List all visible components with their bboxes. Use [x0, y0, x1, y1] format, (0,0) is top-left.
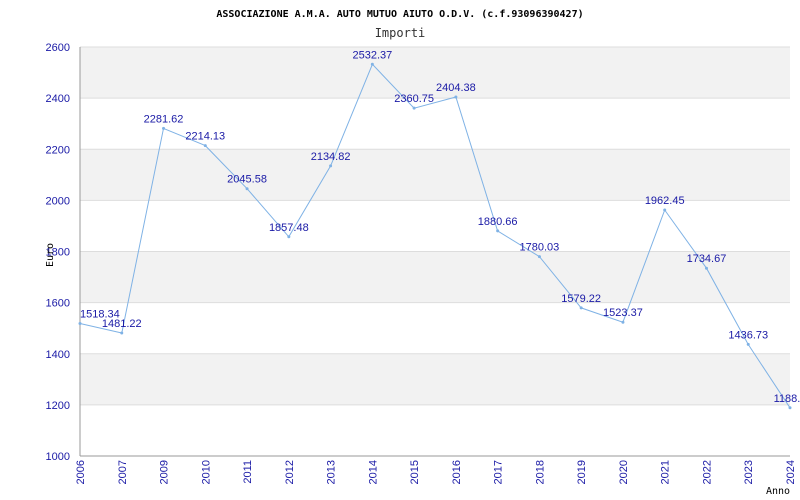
x-axis-label: Anno — [766, 486, 790, 497]
y-tick-label: 1000 — [46, 451, 70, 463]
plot-band — [80, 404, 790, 456]
data-label: 1780.03 — [520, 242, 560, 254]
data-label: 1962.45 — [645, 195, 685, 207]
y-tick-label: 2200 — [46, 144, 70, 156]
data-point — [621, 320, 625, 324]
data-label: 2045.58 — [227, 174, 267, 186]
y-tick-label: 2600 — [46, 42, 70, 54]
data-point — [454, 95, 458, 99]
data-point — [245, 187, 249, 191]
y-tick-label: 2000 — [46, 195, 70, 207]
x-tick-label: 2010 — [200, 460, 212, 484]
data-label: 2134.82 — [311, 151, 351, 163]
chart-canvas: ASSOCIAZIONE A.M.A. AUTO MUTUO AIUTO O.D… — [45, 9, 800, 497]
data-point — [287, 235, 291, 239]
plot-band — [80, 302, 790, 354]
data-label: 1734.67 — [687, 253, 727, 265]
data-point — [704, 266, 708, 270]
data-label: 1579.22 — [561, 293, 601, 305]
data-point — [203, 144, 207, 148]
x-tick-label: 2015 — [409, 460, 421, 484]
data-point — [329, 164, 333, 168]
plot-band — [80, 353, 790, 405]
x-tick-label: 2023 — [743, 460, 755, 484]
data-point — [537, 255, 541, 259]
x-tick-label: 2009 — [159, 460, 171, 484]
x-tick-label: 2012 — [284, 460, 296, 484]
x-tick-label: 2014 — [367, 460, 379, 484]
data-point — [78, 321, 82, 325]
x-tick-label: 2018 — [534, 460, 546, 484]
plot-band — [80, 251, 790, 303]
x-tick-label: 2016 — [451, 460, 463, 484]
data-point — [496, 229, 500, 233]
x-tick-label: 2020 — [618, 460, 630, 484]
plot-band — [80, 149, 790, 201]
data-label: 1880.66 — [478, 216, 518, 228]
data-label: 2532.37 — [352, 49, 392, 61]
x-tick-labels: 2006 2007 2009 2010 2011 2012 2013 2014 2015 2016… — [75, 460, 797, 484]
x-tick-label: 2011 — [242, 460, 254, 484]
x-tick-label: 2013 — [326, 460, 338, 484]
data-point — [746, 342, 750, 346]
data-label: 2214.13 — [185, 131, 225, 143]
chart-subtitle: Importi — [375, 26, 426, 40]
x-tick-label: 2019 — [576, 460, 588, 484]
data-label: 2360.75 — [394, 93, 434, 105]
x-tick-label: 2021 — [660, 460, 672, 484]
data-point — [120, 331, 124, 335]
data-point — [412, 106, 416, 110]
plot-band — [80, 200, 790, 252]
x-tick-label: 2007 — [117, 460, 129, 484]
data-label: 1857.48 — [269, 222, 309, 234]
y-tick-label: 1200 — [46, 400, 70, 412]
x-tick-label: 2024 — [785, 460, 797, 484]
x-tick-label: 2017 — [493, 460, 505, 484]
y-tick-label: 2400 — [46, 93, 70, 105]
data-point — [370, 62, 374, 66]
chart-title: ASSOCIAZIONE A.M.A. AUTO MUTUO AIUTO O.D… — [216, 9, 583, 20]
data-label: 2281.62 — [144, 113, 184, 125]
data-point — [663, 208, 667, 212]
y-tick-label: 1600 — [46, 298, 70, 310]
data-point — [579, 306, 583, 310]
data-label: 2404.38 — [436, 82, 476, 94]
y-axis-label: Euro — [45, 243, 56, 267]
data-label: 1481.22 — [102, 318, 142, 330]
data-point — [788, 406, 792, 410]
y-tick-label: 1400 — [46, 349, 70, 361]
data-label: 1436.73 — [728, 329, 768, 341]
data-label: 1523.37 — [603, 307, 643, 319]
data-point — [162, 126, 166, 130]
data-label: 1188.6 — [774, 393, 800, 405]
x-tick-label: 2006 — [75, 460, 87, 484]
x-tick-label: 2022 — [701, 460, 713, 484]
